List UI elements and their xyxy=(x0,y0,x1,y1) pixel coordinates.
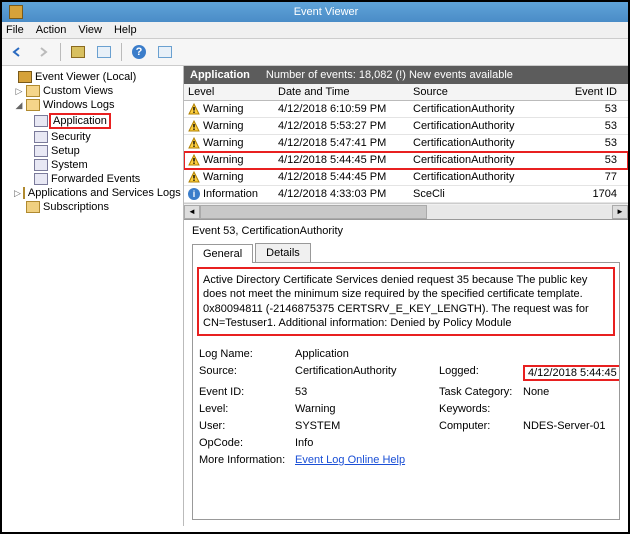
opcode-value: Info xyxy=(295,437,435,449)
section-header: Application Number of events: 18,082 (!)… xyxy=(184,66,628,84)
tree-apps-services[interactable]: ▷Applications and Services Logs xyxy=(4,186,181,200)
tab-general[interactable]: General xyxy=(192,244,253,263)
logname-label: Log Name: xyxy=(199,348,291,360)
event-table: Level Date and Time Source Event ID Warn… xyxy=(184,84,628,219)
event-count: Number of events: 18,082 (!) New events … xyxy=(266,69,513,81)
keywords-label: Keywords: xyxy=(439,403,519,415)
col-eventid[interactable]: Event ID xyxy=(573,86,617,98)
detail-header: Event 53, CertificationAuthority General… xyxy=(184,219,628,262)
window-title: Event Viewer xyxy=(27,6,625,18)
user-label: User: xyxy=(199,420,291,432)
back-button[interactable] xyxy=(6,42,28,62)
level-label: Level: xyxy=(199,403,291,415)
taskcat-value: None xyxy=(523,386,620,398)
table-row[interactable]: Warning4/12/2018 6:10:59 PMCertification… xyxy=(184,101,628,118)
table-header[interactable]: Level Date and Time Source Event ID xyxy=(184,84,628,101)
source-value: CertificationAuthority xyxy=(295,365,435,381)
tree-subscriptions[interactable]: Subscriptions xyxy=(4,200,181,214)
logged-label: Logged: xyxy=(439,365,519,381)
eventid-value: 53 xyxy=(295,386,435,398)
tree-windows-logs[interactable]: ◢Windows Logs xyxy=(4,98,181,112)
eventid-label: Event ID: xyxy=(199,386,291,398)
menu-help[interactable]: Help xyxy=(114,24,137,36)
tree-custom-views[interactable]: ▷Custom Views xyxy=(4,84,181,98)
table-row[interactable]: Warning4/12/2018 5:53:27 PMCertification… xyxy=(184,118,628,135)
menu-view[interactable]: View xyxy=(78,24,102,36)
logname-value: Application xyxy=(295,348,435,360)
menu-bar: File Action View Help xyxy=(2,22,628,39)
forward-button[interactable] xyxy=(32,42,54,62)
show-hide-button[interactable] xyxy=(67,42,89,62)
tab-details[interactable]: Details xyxy=(255,243,311,262)
event-description: Active Directory Certificate Services de… xyxy=(199,269,613,334)
col-source[interactable]: Source xyxy=(413,86,573,98)
tree-root[interactable]: Event Viewer (Local) xyxy=(4,70,181,84)
detail-body: Active Directory Certificate Services de… xyxy=(192,262,620,520)
help-button[interactable]: ? xyxy=(128,42,150,62)
scroll-left-button[interactable]: ◄ xyxy=(184,205,200,219)
menu-action[interactable]: Action xyxy=(36,24,67,36)
user-value: SYSTEM xyxy=(295,420,435,432)
computer-value: NDES-Server-01 xyxy=(523,420,620,432)
event-properties: Log Name: Application Source: Certificat… xyxy=(199,348,613,466)
col-level[interactable]: Level xyxy=(188,86,278,98)
section-name: Application xyxy=(190,69,250,81)
extra-button[interactable] xyxy=(154,42,176,62)
table-row[interactable]: Warning4/12/2018 5:47:41 PMCertification… xyxy=(184,135,628,152)
properties-button[interactable] xyxy=(93,42,115,62)
tree-forwarded[interactable]: Forwarded Events xyxy=(4,172,181,186)
scroll-right-button[interactable]: ► xyxy=(612,205,628,219)
horizontal-scrollbar[interactable]: ◄ ► xyxy=(184,203,628,219)
tree-setup[interactable]: Setup xyxy=(4,144,181,158)
keywords-value xyxy=(523,403,620,415)
app-icon xyxy=(9,5,23,19)
source-label: Source: xyxy=(199,365,291,381)
scroll-thumb[interactable] xyxy=(200,205,427,219)
opcode-label: OpCode: xyxy=(199,437,291,449)
computer-label: Computer: xyxy=(439,420,519,432)
table-row[interactable]: iInformation4/12/2018 4:33:03 PMSceCli17… xyxy=(184,186,628,203)
table-row[interactable]: Warning4/12/2018 5:44:45 PMCertification… xyxy=(184,169,628,186)
taskcat-label: Task Category: xyxy=(439,386,519,398)
moreinfo-label: More Information: xyxy=(199,454,291,466)
table-row[interactable]: Warning4/12/2018 5:44:45 PMCertification… xyxy=(184,152,628,169)
level-value: Warning xyxy=(295,403,435,415)
moreinfo-link[interactable]: Event Log Online Help xyxy=(295,454,435,466)
menu-file[interactable]: File xyxy=(6,24,24,36)
tree-pane[interactable]: Event Viewer (Local) ▷Custom Views ◢Wind… xyxy=(2,66,184,526)
logged-value: 4/12/2018 5:44:45 PM xyxy=(523,365,620,381)
tree-security[interactable]: Security xyxy=(4,130,181,144)
col-date[interactable]: Date and Time xyxy=(278,86,413,98)
tree-system[interactable]: System xyxy=(4,158,181,172)
detail-title: Event 53, CertificationAuthority xyxy=(192,225,343,237)
tree-application[interactable]: Application xyxy=(4,112,181,130)
toolbar: ? xyxy=(2,39,628,66)
title-bar: Event Viewer xyxy=(2,2,628,22)
